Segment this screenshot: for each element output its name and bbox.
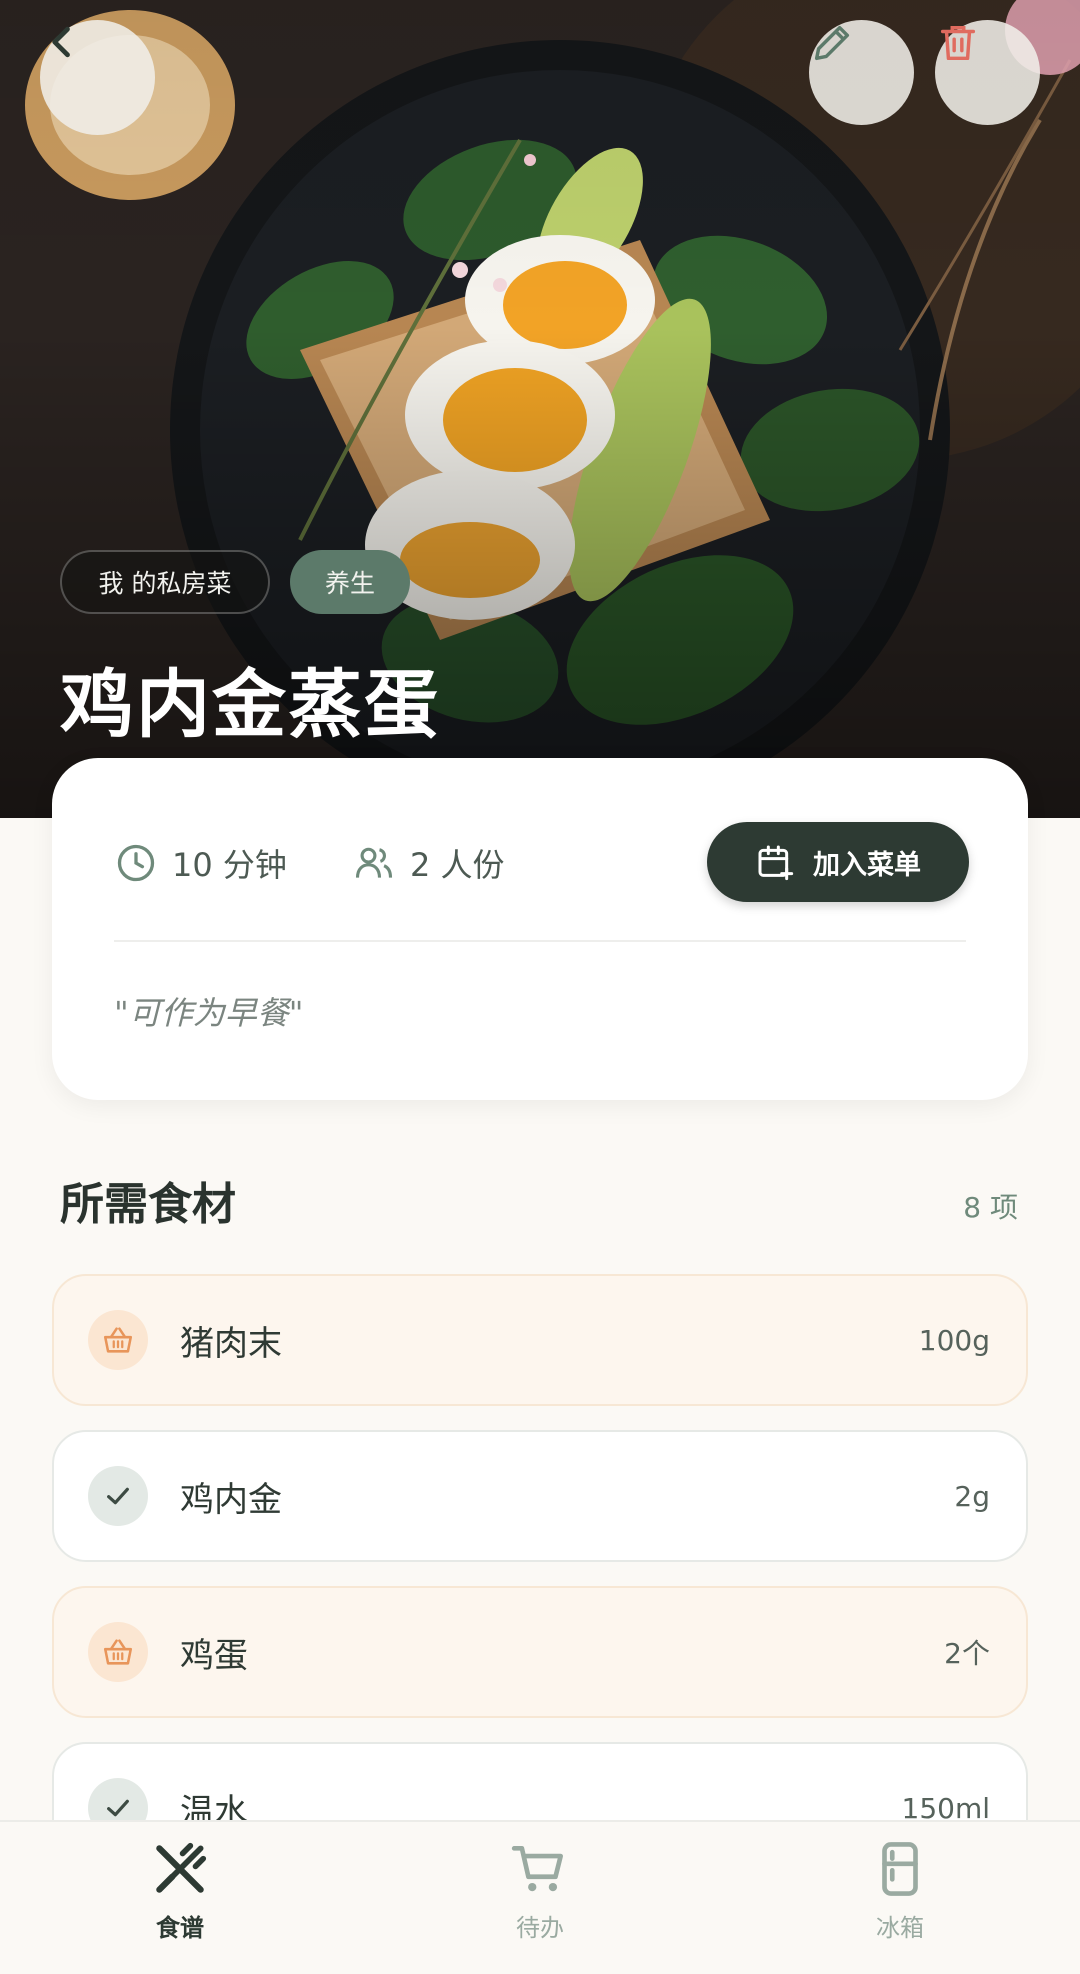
ingredient-qty: 100g [918, 1323, 990, 1357]
basket-icon [88, 1622, 148, 1682]
trash-icon [940, 25, 976, 61]
nav-label: 冰箱 [876, 1914, 924, 1942]
ingredient-qty: 2g [954, 1479, 990, 1513]
edit-button[interactable] [809, 20, 914, 125]
recipe-info-card: 10 分钟 2 人份 加入菜单 "可作为早餐" [52, 758, 1028, 1100]
chevron-left-icon [52, 26, 70, 58]
cook-time-value: 10 分钟 [172, 846, 287, 884]
hero-image: 我 的私房菜 养生 鸡内金蒸蛋 [0, 0, 1080, 818]
ingredient-name: 猪肉末 [180, 1323, 282, 1364]
back-button[interactable] [40, 20, 155, 135]
pencil-icon [814, 25, 850, 61]
ingredient-row[interactable]: 鸡内金 2g [52, 1430, 1028, 1562]
category-tag[interactable]: 我 的私房菜 [60, 550, 270, 614]
ingredient-row[interactable]: 鸡蛋 2个 [52, 1586, 1028, 1718]
add-to-menu-label: 加入菜单 [813, 849, 921, 881]
utensils-icon [156, 1842, 207, 1893]
health-tag[interactable]: 养生 [290, 550, 410, 614]
basket-icon [88, 1310, 148, 1370]
ingredients-count: 8 项 [963, 1191, 1018, 1224]
servings: 2 人份 [352, 840, 505, 886]
cook-time: 10 分钟 [114, 840, 287, 886]
nav-label: 待办 [516, 1914, 564, 1942]
check-icon [88, 1466, 148, 1526]
nav-label: 食谱 [156, 1914, 204, 1942]
nav-item-recipes[interactable]: 食谱 [0, 1822, 360, 1974]
nav-item-todo[interactable]: 待办 [360, 1822, 720, 1974]
clock-icon [117, 844, 155, 882]
servings-value: 2 人份 [410, 846, 505, 884]
ingredient-qty: 2个 [944, 1637, 990, 1670]
bottom-nav: 食谱 待办 冰箱 [0, 1820, 1080, 1974]
ingredient-row[interactable]: 猪肉末 100g [52, 1274, 1028, 1406]
people-icon [355, 847, 393, 878]
nav-item-fridge[interactable]: 冰箱 [720, 1822, 1080, 1974]
ingredient-name: 鸡内金 [180, 1479, 282, 1520]
calendar-plus-icon [758, 845, 794, 881]
ingredient-name: 鸡蛋 [180, 1635, 248, 1676]
delete-button[interactable] [935, 20, 1040, 125]
fridge-icon [882, 1842, 918, 1896]
ingredients-title: 所需食材 [60, 1179, 236, 1230]
add-to-menu-button[interactable]: 加入菜单 [707, 822, 969, 902]
divider [114, 940, 966, 942]
cart-icon [511, 1846, 563, 1892]
page-title: 鸡内金蒸蛋 [60, 662, 440, 748]
recipe-note: "可作为早餐" [114, 994, 304, 1032]
